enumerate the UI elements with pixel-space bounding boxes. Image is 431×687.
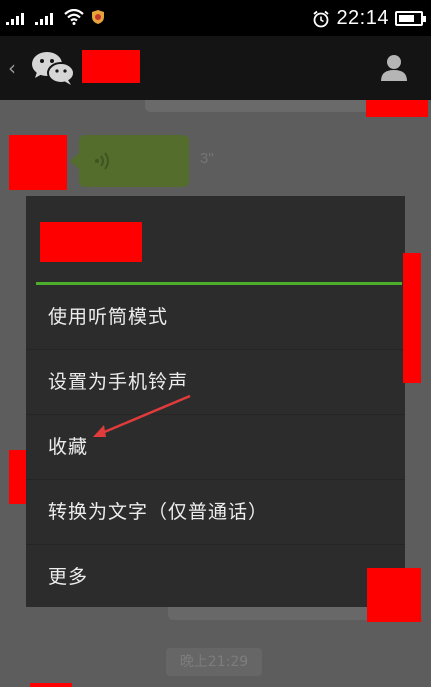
shield-icon — [92, 10, 104, 24]
voice-message-bubble[interactable] — [70, 135, 189, 187]
redacted-avatar — [30, 683, 72, 687]
menu-item-set-ringtone[interactable]: 设置为手机铃声 — [26, 350, 405, 415]
redacted-avatar — [366, 100, 428, 117]
menu-item-label: 转换为文字（仅普通话） — [48, 501, 269, 523]
menu-item-label: 设置为手机铃声 — [48, 371, 189, 393]
battery-level — [399, 15, 414, 22]
wifi-icon — [64, 9, 84, 25]
status-icons-right: 22:14 — [312, 7, 426, 30]
voice-wave-icon — [95, 152, 109, 170]
signal-icon — [6, 11, 28, 25]
signal-icon — [35, 11, 57, 25]
redacted-menu-title — [40, 222, 142, 262]
status-icons-left — [6, 9, 105, 25]
redacted-avatar — [367, 568, 421, 622]
menu-item-label: 使用听筒模式 — [48, 306, 169, 328]
menu-item-label: 更多 — [48, 566, 89, 588]
menu-item-favorite[interactable]: 收藏 — [26, 415, 405, 480]
alarm-icon — [313, 10, 330, 27]
menu-item-more[interactable]: 更多 — [26, 545, 405, 610]
menu-item-earpiece-mode[interactable]: 使用听筒模式 — [26, 285, 405, 350]
status-bar: 22:14 — [0, 0, 431, 36]
message-bubble[interactable] — [145, 100, 370, 112]
context-menu: 使用听筒模式 设置为手机铃声 收藏 转换为文字（仅普通话） 更多 — [26, 196, 405, 607]
contact-icon[interactable] — [379, 52, 409, 82]
wechat-icon — [32, 52, 75, 85]
redacted-avatar — [9, 135, 67, 190]
redacted-contact-name — [82, 50, 140, 83]
back-icon[interactable]: ‹ — [8, 56, 16, 80]
clock: 22:14 — [336, 7, 389, 29]
menu-item-label: 收藏 — [48, 436, 89, 458]
title-bar: ‹ — [0, 36, 431, 100]
voice-duration: 3" — [200, 150, 214, 167]
menu-list: 使用听筒模式 设置为手机铃声 收藏 转换为文字（仅普通话） 更多 — [26, 285, 405, 610]
timestamp-badge: 晚上21:29 — [166, 648, 262, 676]
redacted-avatar — [403, 253, 421, 383]
menu-header — [26, 196, 405, 282]
menu-item-convert-to-text[interactable]: 转换为文字（仅普通话） — [26, 480, 405, 545]
battery-icon — [395, 11, 426, 26]
